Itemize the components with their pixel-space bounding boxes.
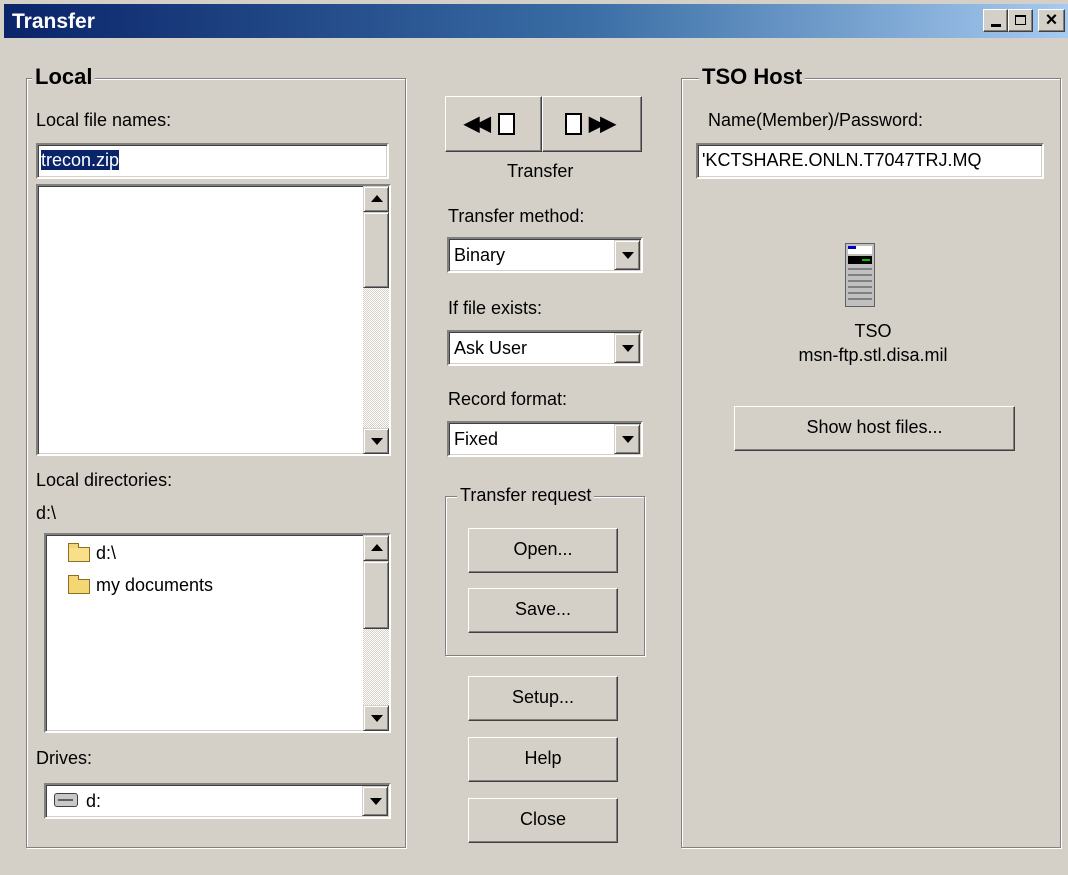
if-file-exists-label: If file exists:: [448, 298, 543, 318]
transfer-method-select[interactable]: Binary: [447, 237, 643, 273]
host-group-label: TSO Host: [699, 64, 806, 90]
file-list-scrollbar[interactable]: [363, 186, 389, 454]
host-name-text: msn-ftp.stl.disa.mil: [798, 345, 948, 365]
drive-icon: [54, 793, 78, 807]
help-button[interactable]: Help: [468, 737, 618, 782]
open-button-label: Open...: [513, 539, 573, 559]
name-password-input[interactable]: 'KCTSHARE.ONLN.T7047TRJ.MQ: [696, 143, 1044, 179]
close-window-button[interactable]: ×: [1038, 9, 1065, 32]
send-button[interactable]: ▶▶: [542, 96, 642, 152]
folder-icon: [68, 575, 90, 594]
chevron-down-icon: [622, 252, 634, 259]
scroll-up-button[interactable]: [363, 535, 389, 561]
record-format-dropdown-button[interactable]: [614, 424, 640, 454]
transfer-label: Transfer: [507, 161, 574, 181]
open-button[interactable]: Open...: [468, 528, 618, 573]
drives-select[interactable]: d:: [44, 783, 391, 819]
drives-label: Drives:: [36, 748, 93, 768]
transfer-method-label: Transfer method:: [448, 206, 585, 226]
scroll-down-button[interactable]: [363, 705, 389, 731]
chevron-down-icon: [622, 436, 634, 443]
local-directory-tree[interactable]: d:\ my documents: [44, 533, 391, 733]
if-file-exists-value: Ask User: [454, 338, 528, 358]
document-icon: [565, 113, 582, 135]
if-file-exists-dropdown-button[interactable]: [614, 333, 640, 363]
setup-button[interactable]: Setup...: [468, 676, 618, 721]
transfer-method-dropdown-button[interactable]: [614, 240, 640, 270]
receive-button[interactable]: ◀◀: [445, 96, 542, 152]
show-host-files-label: Show host files...: [806, 417, 943, 437]
rewind-arrows-icon: ◀◀: [464, 113, 491, 135]
name-password-value: 'KCTSHARE.ONLN.T7047TRJ.MQ: [702, 150, 982, 170]
local-directories-label: Local directories:: [36, 470, 173, 490]
arrow-up-icon: [371, 544, 383, 551]
local-group-label: Local: [32, 64, 96, 90]
scroll-thumb[interactable]: [363, 561, 389, 629]
drives-dropdown-button[interactable]: [362, 786, 388, 816]
local-file-names-label: Local file names:: [36, 110, 172, 130]
local-file-name-input[interactable]: trecon.zip: [36, 143, 389, 179]
maximize-button[interactable]: [1008, 9, 1033, 32]
scroll-down-button[interactable]: [363, 428, 389, 454]
host-type-text: TSO: [854, 321, 892, 341]
arrow-up-icon: [371, 195, 383, 202]
dir-tree-scrollbar[interactable]: [363, 535, 389, 731]
tree-item-label: d:\: [96, 543, 117, 563]
record-format-select[interactable]: Fixed: [447, 421, 643, 457]
transfer-request-label: Transfer request: [457, 485, 595, 506]
transfer-method-value: Binary: [454, 245, 506, 265]
record-format-label: Record format:: [448, 389, 568, 409]
help-button-label: Help: [524, 748, 562, 768]
close-button-label: Close: [519, 809, 567, 829]
show-host-files-button[interactable]: Show host files...: [734, 406, 1015, 451]
chevron-down-icon: [370, 798, 382, 805]
arrow-down-icon: [371, 715, 383, 722]
current-directory-text: d:\: [36, 503, 57, 523]
scroll-thumb[interactable]: [363, 212, 389, 288]
window-title: Transfer: [12, 10, 95, 33]
record-format-value: Fixed: [454, 429, 499, 449]
close-icon: ×: [1045, 9, 1058, 31]
minimize-button[interactable]: [983, 9, 1008, 32]
host-group: [681, 78, 1061, 848]
title-bar[interactable]: Transfer ×: [4, 4, 1068, 38]
document-icon: [498, 113, 515, 135]
close-button[interactable]: Close: [468, 798, 618, 843]
forward-arrows-icon: ▶▶: [589, 113, 616, 135]
scroll-up-button[interactable]: [363, 186, 389, 212]
name-password-label: Name(Member)/Password:: [708, 110, 924, 130]
open-folder-icon: [68, 543, 90, 562]
if-file-exists-select[interactable]: Ask User: [447, 330, 643, 366]
local-file-list[interactable]: [36, 184, 391, 456]
host-computer-icon: [845, 243, 875, 307]
transfer-window: Transfer × Local Local file names: treco…: [0, 0, 1068, 875]
arrow-down-icon: [371, 438, 383, 445]
local-file-name-value: trecon.zip: [41, 150, 120, 170]
tree-item-label: my documents: [96, 575, 214, 595]
save-button[interactable]: Save...: [468, 588, 618, 633]
save-button-label: Save...: [514, 599, 572, 619]
minimize-icon: [991, 24, 1001, 27]
setup-button-label: Setup...: [511, 687, 575, 707]
drive-value: d:: [86, 791, 102, 811]
maximize-icon: [1015, 15, 1026, 25]
chevron-down-icon: [622, 345, 634, 352]
